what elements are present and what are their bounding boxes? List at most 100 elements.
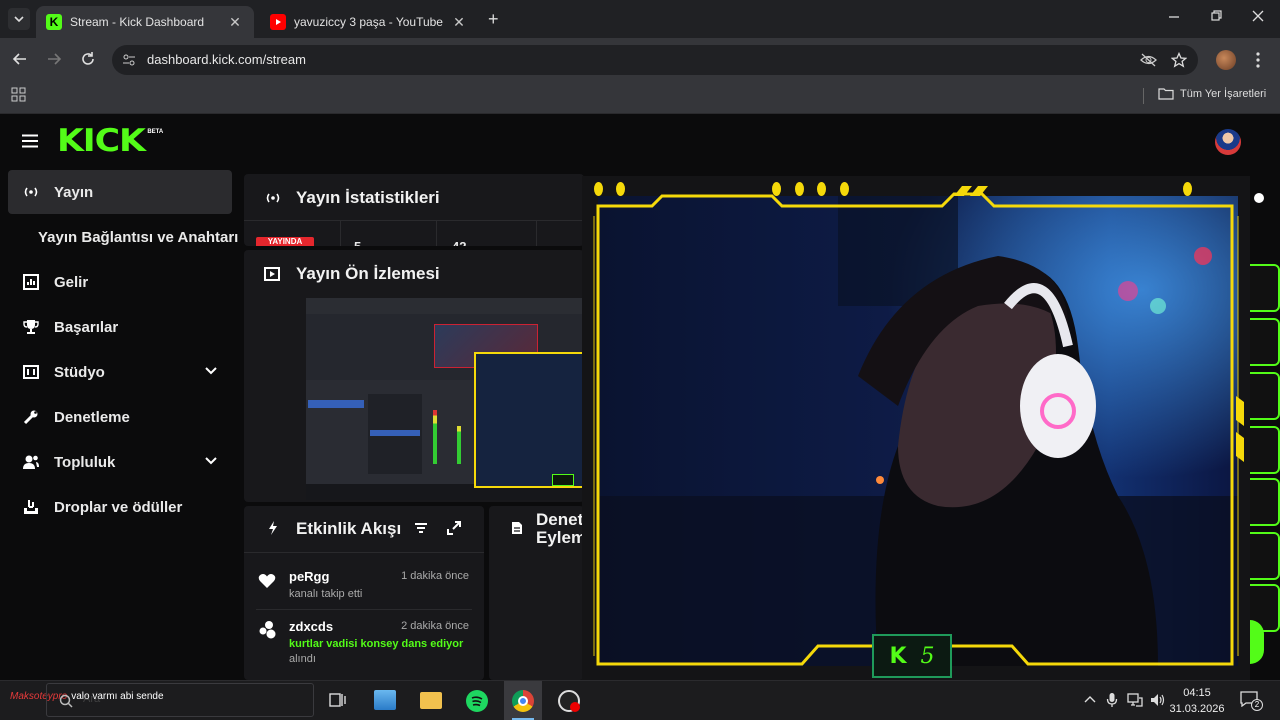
taskbar-search[interactable]: Ara (46, 683, 314, 717)
taskbar-app-spotify[interactable] (466, 690, 488, 712)
reload-icon[interactable] (80, 51, 96, 67)
youtube-favicon-icon (270, 14, 286, 30)
site-info-icon[interactable] (122, 53, 136, 67)
apps-grid-icon[interactable] (11, 87, 26, 102)
close-icon (1252, 10, 1264, 22)
chrome-icon (512, 690, 534, 712)
sidebar-item-drops[interactable]: Droplar ve ödüller (8, 485, 232, 529)
obs-source-selected (370, 430, 420, 436)
task-view-icon (329, 693, 346, 707)
activity-feed-title: Etkinlik Akışı (296, 519, 402, 538)
beta-badge: BETA (147, 129, 164, 135)
browser-menu-button[interactable] (1256, 51, 1260, 69)
tab-youtube[interactable]: yavuziccy 3 paşa - YouTube ✕ (260, 6, 478, 38)
stat-value-2: 42 (452, 237, 466, 246)
stream-preview-video[interactable] (306, 298, 584, 500)
volume-icon[interactable] (1150, 693, 1166, 707)
new-tab-button[interactable]: + (488, 9, 499, 30)
filter-icon[interactable] (414, 522, 428, 534)
sidebar-item-label: Denetleme (54, 408, 130, 426)
sidebar-item-revenue[interactable]: Gelir (8, 260, 232, 304)
divider (536, 221, 537, 246)
lightning-icon (269, 521, 277, 535)
preview-icon (264, 267, 280, 281)
mini-overlay-badge (552, 474, 574, 486)
kick-logo[interactable]: KICK BETA (57, 124, 163, 158)
microphone-icon[interactable] (1106, 692, 1118, 708)
taskbar-app-obs[interactable] (558, 690, 580, 712)
event-user[interactable]: zdxcds (289, 619, 333, 634)
windows-taskbar: Maksoteypro valo varmı abi sende Ara 04:… (0, 680, 1280, 720)
all-bookmarks-button[interactable]: Tüm Yer İşaretleri (1158, 87, 1266, 100)
search-icon (59, 694, 73, 708)
back-arrow-icon[interactable] (12, 51, 28, 67)
profile-avatar[interactable] (1216, 50, 1236, 70)
event-user[interactable]: peRgg (289, 569, 329, 584)
stream-stats-title: Yayın İstatistikleri (296, 188, 440, 207)
eye-off-icon[interactable] (1140, 52, 1157, 68)
task-view-button[interactable] (328, 691, 346, 709)
tab-search-button[interactable] (8, 8, 30, 30)
mini-overlay (474, 352, 584, 488)
divider (436, 221, 437, 246)
hamburger-menu-icon[interactable] (22, 134, 38, 148)
mod-actions-title-2: Eylem (536, 528, 584, 547)
popout-icon[interactable] (446, 520, 462, 536)
taskbar-app-explorer[interactable] (420, 692, 442, 709)
activity-event: zdxcds 2 dakika önce kurtlar vadisi kons… (244, 614, 484, 676)
close-window-button[interactable] (1250, 8, 1266, 24)
star-icon[interactable] (1171, 52, 1187, 68)
address-bar[interactable]: dashboard.kick.com/stream (112, 45, 1198, 75)
sidebar-item-stream[interactable]: Yayın (8, 170, 232, 214)
notifications-button[interactable]: 2 (1240, 691, 1263, 711)
chevron-down-icon[interactable] (204, 364, 218, 378)
sidebar-item-label: Stüdyo (54, 363, 105, 381)
recording-dot (570, 702, 580, 712)
tab-label: yavuziccy 3 paşa - YouTube (294, 15, 443, 29)
kick-logo-text: KICK (57, 123, 146, 159)
sidebar-item-community[interactable]: Topluluk (8, 440, 232, 484)
studio-icon (22, 363, 40, 381)
chevron-up-icon[interactable] (1084, 694, 1096, 704)
minimize-button[interactable] (1166, 8, 1182, 24)
stream-stats-card: Yayın İstatistikleri YAYINDA 5 42 (244, 174, 584, 246)
tab-label: Stream - Kick Dashboard (70, 15, 205, 29)
obs-audio-meter (457, 410, 461, 464)
close-icon[interactable]: ✕ (226, 14, 244, 31)
quick-action-button[interactable] (1250, 188, 1264, 208)
network-icon[interactable] (1127, 693, 1143, 707)
sidebar-item-studio[interactable]: Stüdyo (8, 350, 232, 394)
live-badge-label: YAYINDA (267, 237, 303, 246)
overlay-led (795, 182, 804, 196)
overlay-kick-letter: K (889, 643, 907, 669)
overlay-led (616, 182, 625, 196)
drops-icon (22, 498, 40, 516)
minimize-icon (1169, 16, 1179, 18)
user-avatar[interactable] (1215, 129, 1241, 155)
sidebar-item-achievements[interactable]: Başarılar (8, 305, 232, 349)
event-text: alındı (289, 653, 316, 665)
live-badge: YAYINDA (256, 237, 314, 246)
overlay-kick-badge: K 5 (872, 634, 952, 678)
sidebar-item-label: Yayın Bağlantısı ve Anahtarı (38, 228, 239, 246)
clock-date: 31.03.2026 (1169, 703, 1225, 715)
folder-icon (1158, 88, 1174, 100)
sidebar-item-label: Yayın (54, 183, 94, 201)
taskbar-app-control-panel[interactable] (374, 690, 396, 710)
chevron-down-icon[interactable] (204, 454, 218, 468)
stream-preview-title: Yayın Ön İzlemesi (296, 264, 440, 283)
clock[interactable]: 04:15 31.03.2026 (1168, 685, 1226, 717)
close-icon[interactable]: ✕ (450, 14, 468, 31)
sidebar-item-stream-key[interactable]: Yayın Bağlantısı ve Anahtarı (8, 215, 238, 259)
maximize-button[interactable] (1208, 8, 1224, 24)
taskbar-app-chrome[interactable] (504, 681, 542, 720)
forward-arrow-icon[interactable] (46, 51, 62, 67)
sidebar-item-label: Gelir (54, 273, 89, 291)
kick-favicon-icon: K (46, 14, 62, 30)
community-icon (22, 453, 40, 471)
tab-kick-dashboard[interactable]: K Stream - Kick Dashboard ✕ (36, 6, 254, 38)
stream-preview-card: Yayın Ön İzlemesi (244, 250, 584, 502)
bar-chart-icon (22, 273, 40, 291)
overlay-count: 5 (920, 643, 935, 669)
sidebar-item-moderation[interactable]: Denetleme (8, 395, 232, 439)
